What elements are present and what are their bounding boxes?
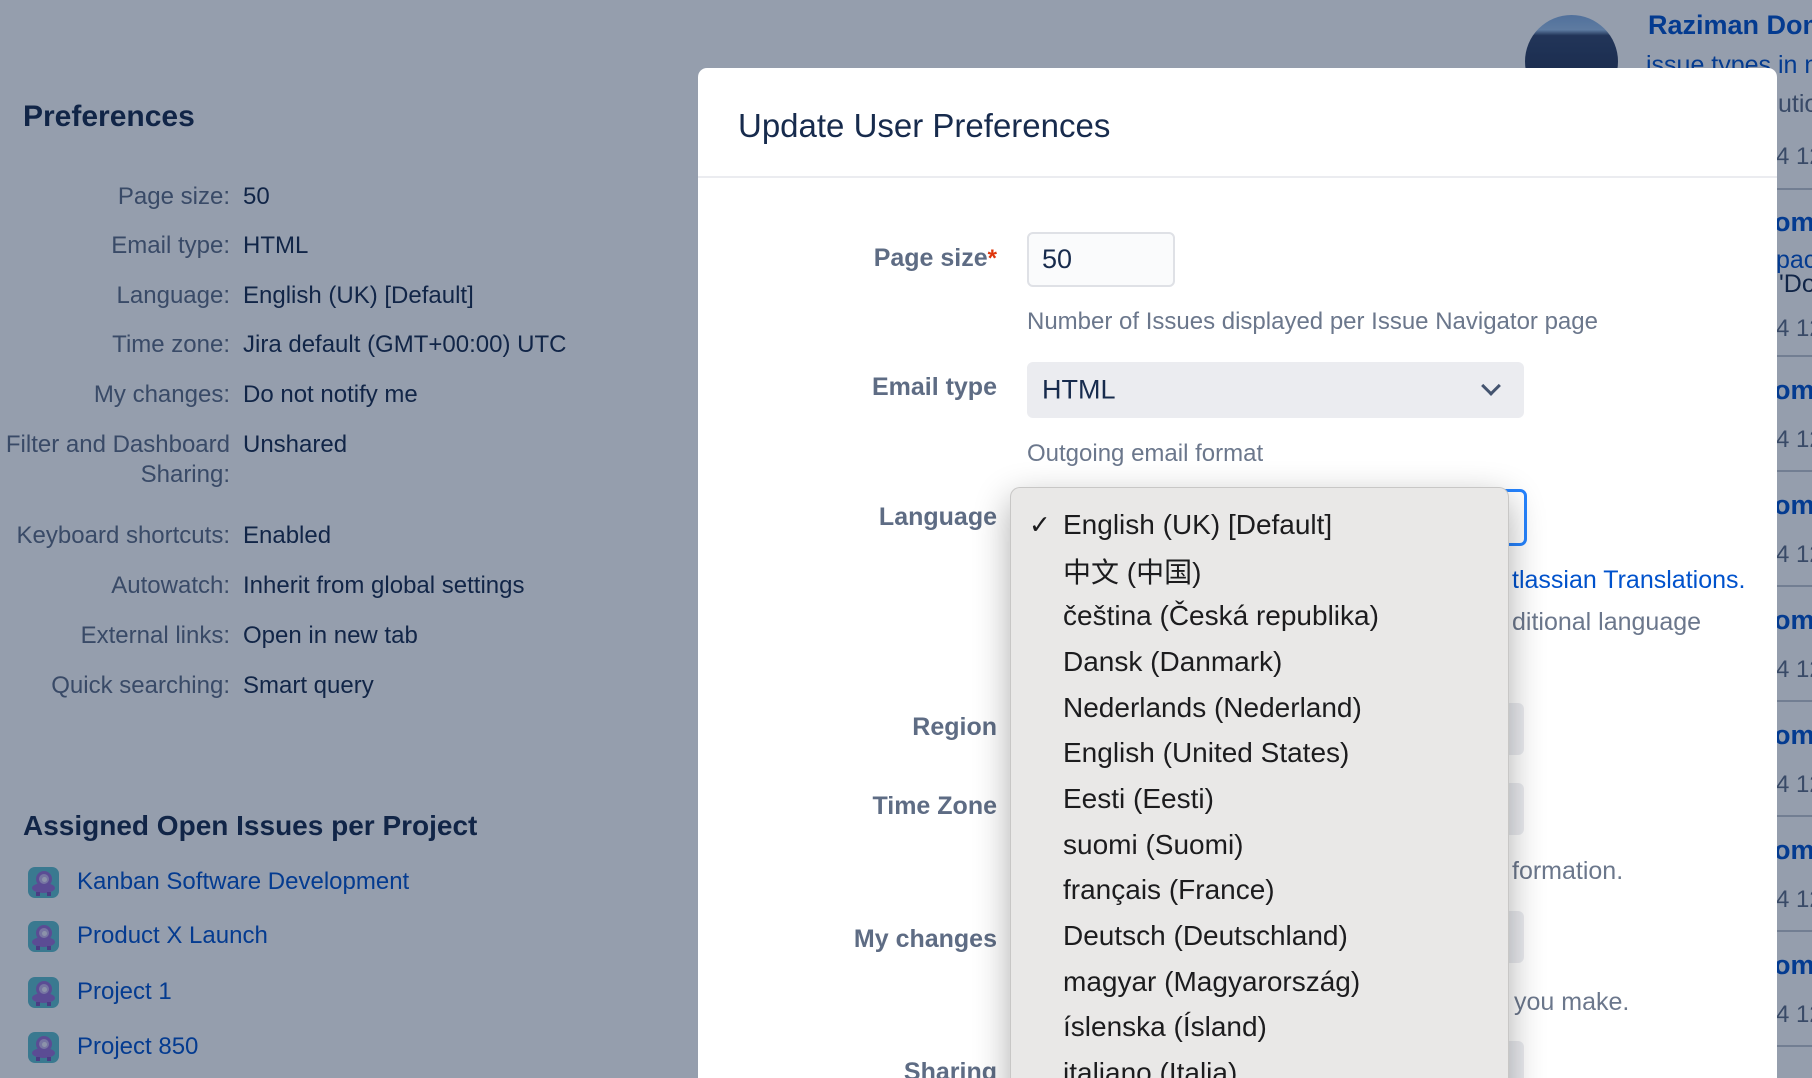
jira-preferences-screen: { "page": { "heading": "Preferences", "r… (0, 0, 1812, 1078)
checkmark-icon: ✓ (1029, 509, 1051, 540)
email-type-help: Outgoing email format (1027, 440, 1263, 468)
field-label-my-changes: My changes (717, 925, 997, 954)
required-asterisk: * (988, 245, 997, 272)
update-preferences-modal: Update User Preferences Page size* Numbe… (698, 68, 1777, 1078)
menu-item-hungarian[interactable]: magyar (Magyarország) (1011, 959, 1508, 1005)
menu-item-danish[interactable]: Dansk (Danmark) (1011, 639, 1508, 685)
my-changes-help-fragment: you make. (1514, 988, 1629, 1017)
field-label-region: Region (717, 713, 997, 742)
menu-item-czech[interactable]: čeština (Česká republika) (1011, 593, 1508, 639)
email-type-value: HTML (1042, 375, 1116, 406)
field-label-email-type: Email type (717, 373, 997, 402)
menu-item-french[interactable]: français (France) (1011, 868, 1508, 914)
field-label-language: Language (717, 503, 997, 532)
menu-item-dutch[interactable]: Nederlands (Nederland) (1011, 685, 1508, 731)
page-size-help: Number of Issues displayed per Issue Nav… (1027, 308, 1598, 336)
translations-link[interactable]: tlassian Translations. (1512, 566, 1745, 595)
menu-item-estonian[interactable]: Eesti (Eesti) (1011, 776, 1508, 822)
menu-item-icelandic[interactable]: íslenska (Ísland) (1011, 1005, 1508, 1051)
time-zone-help-fragment: formation. (1512, 857, 1623, 886)
language-dropdown-menu: ✓English (UK) [Default] 中文 (中国) čeština … (1010, 487, 1509, 1078)
chevron-down-icon (1481, 376, 1501, 396)
language-help-fragment: ditional language (1512, 608, 1701, 637)
menu-item-english-us[interactable]: English (United States) (1011, 730, 1508, 776)
email-type-select[interactable]: HTML (1027, 362, 1524, 418)
menu-item-finnish[interactable]: suomi (Suomi) (1011, 822, 1508, 868)
modal-header-divider (698, 176, 1777, 178)
menu-item-italian[interactable]: italiano (Italia) (1011, 1050, 1508, 1078)
page-size-input[interactable] (1027, 232, 1175, 287)
modal-title: Update User Preferences (738, 107, 1110, 145)
menu-item-german[interactable]: Deutsch (Deutschland) (1011, 913, 1508, 959)
field-label-sharing: Sharing (717, 1058, 997, 1078)
menu-item-chinese[interactable]: 中文 (中国) (1011, 548, 1508, 594)
field-label-page-size: Page size* (717, 244, 997, 273)
menu-item-english-uk[interactable]: ✓English (UK) [Default] (1011, 502, 1508, 548)
field-label-time-zone: Time Zone (717, 792, 997, 821)
